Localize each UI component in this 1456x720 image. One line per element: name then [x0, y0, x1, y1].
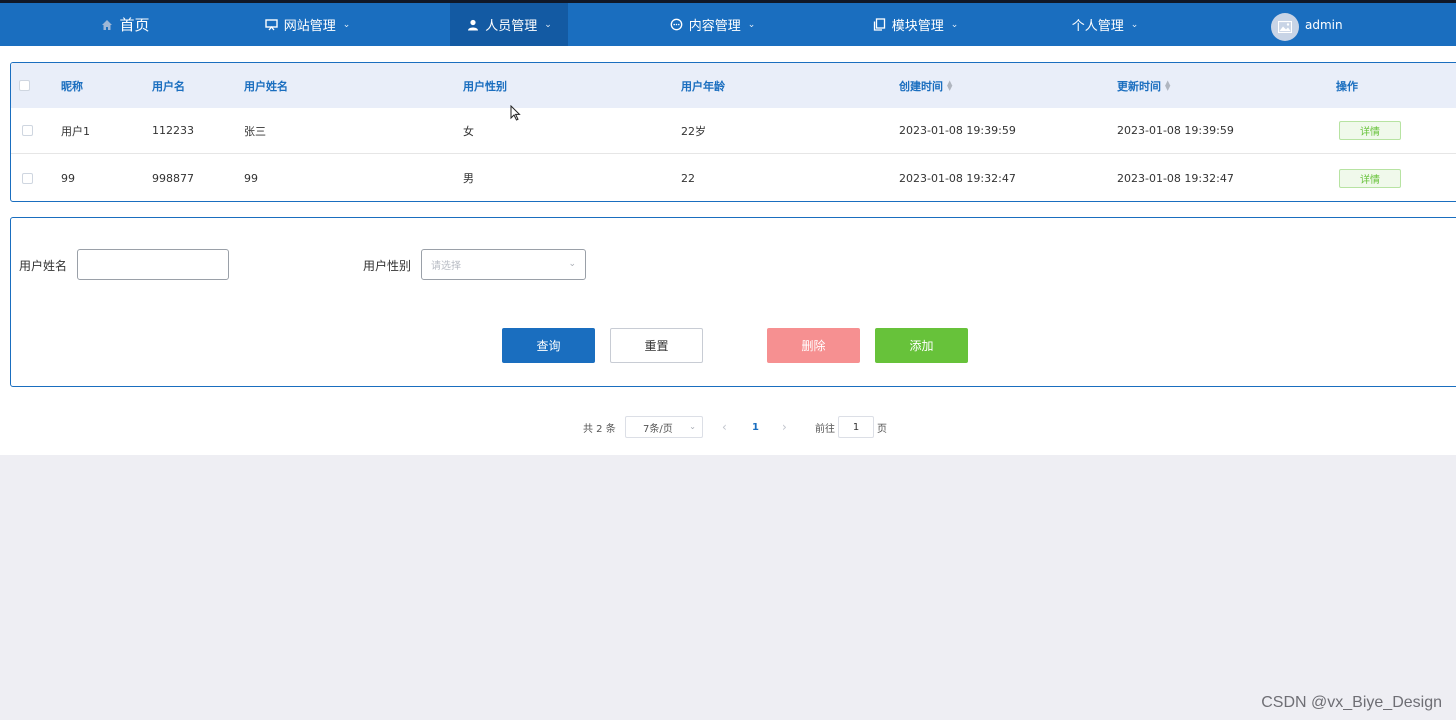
column-header-created[interactable]: 创建时间 ▲ ▼ — [899, 63, 952, 108]
presentation-icon — [265, 18, 279, 32]
column-header-label: 更新时间 — [1117, 79, 1161, 93]
copy-icon — [873, 18, 887, 32]
cell-updated: 2023-01-08 19:32:47 — [1117, 171, 1234, 185]
column-header-realname: 用户姓名 — [244, 79, 288, 93]
nav-item-label: 模块管理 — [891, 19, 944, 34]
chevron-down-icon: ⌄ — [950, 19, 959, 30]
cell-actions: 详情 — [1339, 108, 1401, 153]
nav-item-label: 内容管理 — [688, 19, 741, 34]
nav-item-personnel[interactable]: 人员管理 ⌄ — [450, 3, 568, 46]
table-header: 昵称 用户名 用户姓名 用户性别 用户年龄 创建时间 ▲ ▼ 更新时间 ▲ ▼ 操作 — [11, 63, 1456, 108]
image-icon — [1277, 18, 1293, 37]
goto-label: 前往 — [815, 423, 835, 435]
column-header-username: 用户名 — [152, 79, 185, 93]
cell-age: 22岁 — [681, 124, 706, 138]
sort-icon[interactable]: ▲ ▼ — [947, 79, 952, 91]
prev-page-icon[interactable]: ‹ — [722, 416, 727, 438]
top-nav-bar: 首页 网站管理 ⌄ 人员管理 ⌄ 内容管理 ⌄ 模块管理 ⌄ 个人管理 ⌄ ad… — [0, 0, 1456, 46]
home-icon — [100, 18, 114, 32]
nav-item-home[interactable]: 首页 — [80, 3, 170, 46]
page-suffix-label: 页 — [877, 423, 887, 435]
watermark: CSDN @vx_Biye_Design — [1261, 694, 1442, 711]
reset-button[interactable]: 重置 — [610, 328, 703, 363]
cell-gender: 男 — [463, 172, 474, 185]
realname-input[interactable] — [77, 249, 229, 280]
page-size-value: 7条/页 — [643, 423, 673, 435]
chevron-down-icon: ⌄ — [342, 19, 351, 30]
nav-item-label: 人员管理 — [485, 19, 538, 34]
gender-label: 用户性别 — [363, 259, 412, 273]
delete-button[interactable]: 删除 — [767, 328, 860, 363]
detail-button[interactable]: 详情 — [1339, 168, 1401, 188]
nav-item-label: 首页 — [119, 16, 150, 34]
column-header-age: 用户年龄 — [681, 79, 725, 93]
sort-icon[interactable]: ▲ ▼ — [1165, 79, 1170, 91]
realname-label: 用户姓名 — [19, 259, 68, 273]
cell-created: 2023-01-08 19:32:47 — [899, 171, 1016, 185]
column-header-actions: 操作 — [1336, 79, 1358, 93]
chevron-down-icon: ⌄ — [544, 19, 552, 30]
cell-age: 22 — [681, 171, 695, 185]
nav-item-label: 个人管理 — [1071, 19, 1124, 34]
query-button[interactable]: 查询 — [502, 328, 595, 363]
user-name[interactable]: admin — [1305, 18, 1343, 32]
chevron-down-icon: ⌄ — [1130, 19, 1139, 30]
cell-nickname: 用户1 — [61, 124, 90, 138]
table-row: 用户1 112233 张三 女 22岁 2023-01-08 19:39:59 … — [11, 108, 1456, 154]
user-icon — [466, 18, 480, 32]
user-table: 昵称 用户名 用户姓名 用户性别 用户年龄 创建时间 ▲ ▼ 更新时间 ▲ ▼ 操作… — [10, 62, 1456, 202]
gender-select-placeholder: 请选择 — [431, 261, 461, 272]
next-page-icon[interactable]: › — [782, 416, 787, 438]
nav-item-website[interactable]: 网站管理 ⌄ — [250, 3, 365, 46]
nav-item-personal[interactable]: 个人管理 ⌄ — [1055, 3, 1155, 46]
mouse-cursor-icon — [510, 104, 521, 125]
chevron-down-icon: ⌄ — [747, 19, 756, 30]
avatar[interactable] — [1271, 13, 1299, 41]
column-header-updated[interactable]: 更新时间 ▲ ▼ — [1117, 63, 1170, 108]
nav-item-modules[interactable]: 模块管理 ⌄ — [858, 3, 973, 46]
chevron-down-icon: ⌄ — [568, 259, 576, 269]
column-header-gender: 用户性别 — [463, 79, 507, 93]
detail-button[interactable]: 详情 — [1339, 121, 1401, 140]
cell-updated: 2023-01-08 19:39:59 — [1117, 124, 1234, 137]
page-number-current[interactable]: 1 — [752, 416, 759, 438]
chevron-down-icon: ⌄ — [689, 422, 696, 431]
main-content: 昵称 用户名 用户姓名 用户性别 用户年龄 创建时间 ▲ ▼ 更新时间 ▲ ▼ 操作… — [0, 46, 1456, 455]
row-checkbox[interactable] — [22, 108, 33, 153]
cell-realname: 张三 — [244, 124, 266, 138]
select-all-checkbox[interactable] — [19, 63, 30, 108]
chat-icon — [670, 18, 684, 32]
page-size-select[interactable]: 7条/页 ⌄ — [625, 416, 703, 438]
nav-item-content[interactable]: 内容管理 ⌄ — [655, 3, 770, 46]
row-checkbox[interactable] — [22, 155, 33, 201]
table-row: 99 998877 99 男 22 2023-01-08 19:32:47 20… — [11, 155, 1456, 201]
cell-username: 112233 — [152, 124, 194, 137]
column-header-nickname: 昵称 — [61, 79, 83, 93]
cell-username: 998877 — [152, 171, 194, 185]
gender-select[interactable]: 请选择 ⌄ — [421, 249, 586, 280]
pagination: 共 2 条 7条/页 ⌄ ‹ 1 › 前往 1 页 — [0, 416, 1456, 438]
cell-nickname: 99 — [61, 171, 75, 185]
goto-page-input[interactable]: 1 — [838, 416, 874, 438]
nav-item-label: 网站管理 — [283, 19, 336, 34]
add-button[interactable]: 添加 — [875, 328, 968, 363]
pagination-total: 共 2 条 — [583, 423, 616, 435]
cell-created: 2023-01-08 19:39:59 — [899, 124, 1016, 137]
cell-realname: 99 — [244, 171, 258, 185]
cell-actions: 详情 — [1339, 155, 1401, 201]
column-header-label: 创建时间 — [899, 79, 943, 93]
cell-gender: 女 — [463, 124, 474, 138]
search-form: 用户姓名 用户性别 请选择 ⌄ 查询 重置 删除 添加 — [10, 217, 1456, 387]
